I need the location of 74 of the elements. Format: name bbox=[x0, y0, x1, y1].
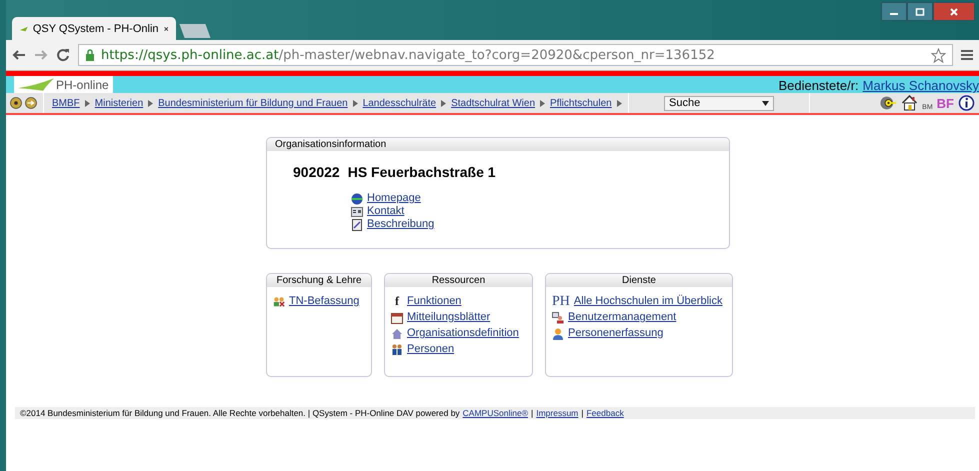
calendar-icon bbox=[391, 312, 403, 324]
back-icon[interactable] bbox=[12, 48, 26, 62]
home-icon[interactable] bbox=[901, 95, 918, 111]
breadcrumb-link[interactable]: Landesschulräte bbox=[362, 98, 436, 108]
panel-link[interactable]: Organisationsdefinition bbox=[407, 327, 519, 340]
panel-link[interactable]: Kontakt bbox=[367, 205, 404, 218]
arrow-circle-icon[interactable] bbox=[25, 97, 37, 109]
key-icon[interactable] bbox=[880, 95, 898, 111]
footer-link[interactable]: Impressum bbox=[536, 408, 578, 418]
people-icon bbox=[273, 296, 285, 308]
panel-header: Organisationsinformation bbox=[267, 138, 729, 151]
panel-link[interactable]: Funktionen bbox=[407, 295, 462, 308]
separator-text: | bbox=[581, 408, 584, 418]
globe-icon bbox=[351, 192, 363, 204]
contact-card-icon bbox=[351, 206, 363, 218]
close-icon[interactable] bbox=[164, 24, 168, 32]
dropdown-arrow-icon bbox=[762, 100, 769, 106]
info-icon[interactable] bbox=[958, 95, 975, 111]
breadcrumb-link[interactable]: Bundesministerium für Bildung und Frauen bbox=[158, 98, 348, 108]
minimize-button[interactable] bbox=[881, 2, 907, 21]
maximize-button[interactable] bbox=[907, 2, 933, 21]
two-people-icon bbox=[391, 344, 403, 356]
logo-icon bbox=[20, 24, 28, 32]
house-icon bbox=[391, 328, 403, 340]
new-tab-button[interactable] bbox=[179, 24, 211, 38]
panel-link[interactable]: Personenerfassung bbox=[568, 327, 664, 340]
chevron-icon bbox=[352, 100, 358, 106]
logo-swoosh-icon bbox=[18, 78, 54, 91]
footer-link[interactable]: CAMPUSonline® bbox=[462, 408, 528, 418]
lock-icon bbox=[85, 49, 95, 61]
footer-link[interactable]: Feedback bbox=[586, 408, 624, 418]
search-dropdown[interactable]: Suche bbox=[664, 96, 774, 110]
chevron-icon bbox=[84, 100, 90, 106]
panel-header: Dienste bbox=[546, 274, 732, 287]
breadcrumb-link[interactable]: Stadtschulrat Wien bbox=[451, 98, 536, 108]
address-bar[interactable]: https://qsys.ph-online.ac.at/ph-master/webnav.navigate_to?corg=20920&cperson_nr=136152 bbox=[78, 44, 953, 66]
logo-text: PH-online bbox=[56, 78, 109, 92]
breadcrumb-link[interactable]: Pflichtschulen bbox=[550, 98, 612, 108]
person-icon bbox=[552, 328, 564, 340]
user-name-link[interactable]: Markus Schanovsky bbox=[862, 78, 979, 93]
panel-link[interactable]: Alle Hochschulen im Überblick bbox=[574, 295, 722, 308]
user-label: Bedienstete/r: bbox=[778, 78, 859, 93]
breadcrumb-link[interactable]: Ministerien bbox=[94, 98, 144, 108]
reload-icon[interactable] bbox=[56, 48, 70, 62]
panel-link[interactable]: Beschreibung bbox=[367, 218, 434, 231]
organisation-name: HS Feuerbachstraße 1 bbox=[348, 164, 496, 180]
copyright-text: ©2014 Bundesministerium für Bildung und Frauen. Alle Rechte vorbehalten. | QSystem - PH-Online DAV powered by bbox=[20, 408, 460, 418]
circle-dot-icon[interactable] bbox=[10, 97, 22, 109]
separator-text: | bbox=[531, 408, 534, 418]
breadcrumb-link[interactable]: BMBF bbox=[52, 98, 80, 108]
panel-link[interactable]: TN-Befassung bbox=[289, 295, 360, 308]
panel-link[interactable]: Personen bbox=[407, 343, 454, 356]
panel-link[interactable]: Mitteilungsblätter bbox=[407, 311, 490, 324]
close-icon bbox=[949, 8, 959, 16]
browser-tab[interactable]: QSY QSystem - PH-Onlin bbox=[12, 17, 176, 40]
panel-header: Ressourcen bbox=[385, 274, 532, 287]
star-icon[interactable] bbox=[931, 48, 946, 62]
chevron-icon bbox=[616, 100, 622, 106]
maximize-icon bbox=[915, 8, 925, 16]
url-text: https://qsys.ph-online.ac.at/ph-master/webnav.navigate_to?corg=20920&cperson_nr=136152 bbox=[101, 48, 716, 62]
menu-icon[interactable] bbox=[961, 49, 973, 61]
close-button[interactable] bbox=[933, 2, 975, 21]
organisation-number: 902022 bbox=[293, 164, 340, 180]
panel-link[interactable]: Benutzermanagement bbox=[568, 311, 676, 324]
letter-icon: f bbox=[391, 295, 403, 308]
panel-header: Forschung & Lehre bbox=[267, 274, 371, 287]
letter-icon: PH bbox=[552, 295, 570, 308]
tab-title: QSY QSystem - PH-Onlin bbox=[32, 22, 159, 34]
document-icon bbox=[351, 218, 363, 230]
chevron-icon bbox=[441, 100, 446, 106]
user-admin-icon bbox=[552, 312, 564, 324]
chevron-icon bbox=[148, 100, 154, 106]
panel-link[interactable]: Homepage bbox=[367, 192, 421, 205]
chevron-icon bbox=[540, 100, 546, 106]
